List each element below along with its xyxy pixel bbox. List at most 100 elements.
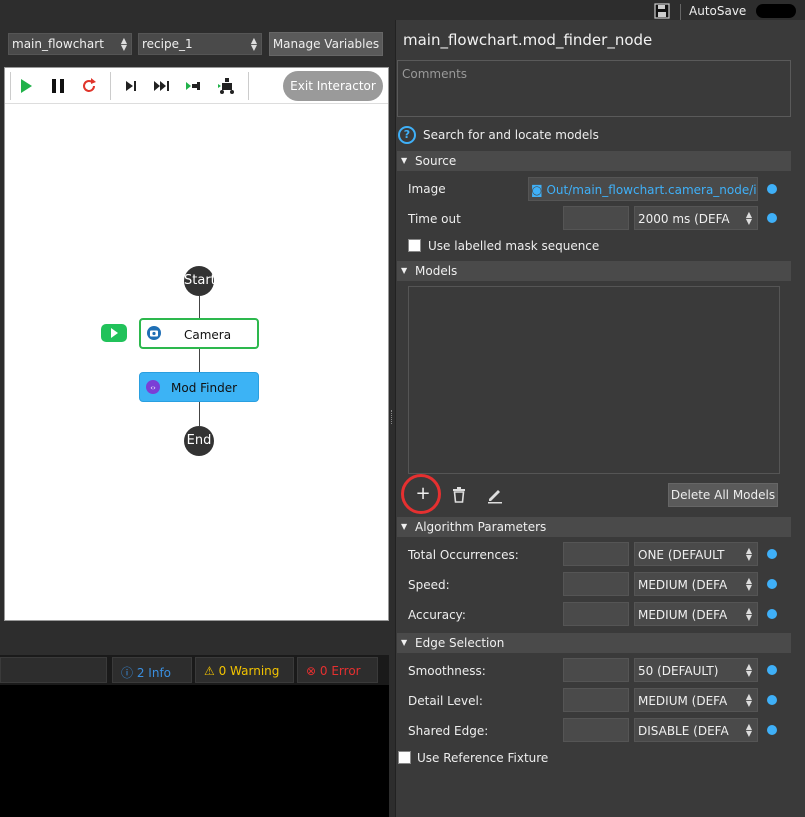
highlight-circle xyxy=(401,474,441,514)
select-arrows-icon: ▲ ▼ xyxy=(120,36,127,52)
camera-node[interactable]: Camera xyxy=(139,318,259,349)
flowchart-select[interactable]: main_flowchart ▲ ▼ xyxy=(8,33,132,55)
error-filter-button[interactable]: ⊗ 0 Error xyxy=(297,657,378,683)
manage-variables-button[interactable]: Manage Variables xyxy=(269,32,383,56)
info-count: 2 Info xyxy=(136,666,172,680)
delete-all-models-button[interactable]: Delete All Models xyxy=(668,483,778,507)
link-indicator-dot[interactable] xyxy=(767,695,777,705)
log-output-area[interactable] xyxy=(0,685,389,817)
run-to-node-icon[interactable] xyxy=(185,77,203,95)
models-header-label: Models xyxy=(415,264,458,278)
restart-icon[interactable] xyxy=(80,77,98,95)
edit-icon[interactable] xyxy=(486,486,504,504)
panel-title: main_flowchart.mod_finder_node xyxy=(403,31,653,49)
smoothness-input[interactable] xyxy=(563,658,629,682)
link-indicator-dot[interactable] xyxy=(767,213,777,223)
log-filter-tab[interactable] xyxy=(0,657,107,683)
mod-finder-node-label: Mod Finder xyxy=(171,381,238,395)
total-occurrences-input[interactable] xyxy=(563,542,629,566)
accuracy-input[interactable] xyxy=(563,602,629,626)
image-source-value: Out/main_flowchart.camera_node/im xyxy=(546,183,758,197)
collapse-icon: ▼ xyxy=(401,266,408,275)
total-occurrences-value: ONE (DEFAULT xyxy=(638,548,725,562)
algorithm-section-header[interactable]: ▼ Algorithm Parameters xyxy=(397,517,791,537)
save-icon[interactable] xyxy=(654,3,670,19)
info-filter-button[interactable]: ⓘ 2 Info xyxy=(112,657,192,683)
source-header-label: Source xyxy=(415,154,457,168)
end-node[interactable]: End xyxy=(184,426,214,456)
model-finder-icon: ‹› xyxy=(146,380,160,394)
speed-select[interactable]: MEDIUM (DEFA ▲ ▼ xyxy=(634,572,758,596)
total-occurrences-select[interactable]: ONE (DEFAULT ▲ ▼ xyxy=(634,542,758,566)
link-indicator-dot[interactable] xyxy=(767,609,777,619)
fast-forward-icon[interactable] xyxy=(153,77,171,95)
timeout-value: 2000 ms (DEFA xyxy=(638,212,730,226)
detail-level-select[interactable]: MEDIUM (DEFA ▲ ▼ xyxy=(634,688,758,712)
shared-edge-input[interactable] xyxy=(563,718,629,742)
link-indicator-dot[interactable] xyxy=(767,579,777,589)
select-arrows-icon: ▲ ▼ xyxy=(250,36,257,52)
autosave-label: AutoSave xyxy=(689,4,747,18)
speed-input[interactable] xyxy=(563,572,629,596)
detail-level-input[interactable] xyxy=(563,688,629,712)
camera-icon: ◙ xyxy=(531,183,543,197)
help-icon[interactable]: ? xyxy=(398,126,416,144)
collapse-icon: ▼ xyxy=(401,156,408,165)
step-icon[interactable] xyxy=(122,77,140,95)
autosave-toggle[interactable] xyxy=(756,4,796,18)
mod-finder-node[interactable]: ‹› Mod Finder xyxy=(139,372,259,402)
source-section-header[interactable]: ▼ Source xyxy=(397,151,791,171)
recipe-select[interactable]: recipe_1 ▲ ▼ xyxy=(138,33,262,55)
pause-icon[interactable] xyxy=(49,77,67,95)
select-arrows-icon: ▲ ▼ xyxy=(745,606,752,622)
accuracy-value: MEDIUM (DEFA xyxy=(638,608,728,622)
collapse-icon: ▼ xyxy=(401,638,408,647)
splitter-handle[interactable] xyxy=(391,410,393,424)
image-source-field[interactable]: ◙ Out/main_flowchart.camera_node/im xyxy=(528,177,758,201)
total-occurrences-label: Total Occurrences: xyxy=(408,548,519,562)
log-bar: ⓘ 2 Info ⚠ 0 Warning ⊗ 0 Error xyxy=(0,655,389,685)
timeout-input[interactable] xyxy=(563,206,629,230)
link-indicator-dot[interactable] xyxy=(767,665,777,675)
labelled-mask-checkbox[interactable] xyxy=(408,239,421,252)
select-arrows-icon: ▲ ▼ xyxy=(745,546,752,562)
reference-fixture-label: Use Reference Fixture xyxy=(417,751,549,765)
svg-text:‹›: ‹› xyxy=(150,384,156,392)
link-indicator-dot[interactable] xyxy=(767,549,777,559)
toolbar-divider xyxy=(680,4,681,20)
detail-level-label: Detail Level: xyxy=(408,694,483,708)
speed-value: MEDIUM (DEFA xyxy=(638,578,728,592)
error-icon: ⊗ xyxy=(306,664,317,678)
accuracy-select[interactable]: MEDIUM (DEFA ▲ ▼ xyxy=(634,602,758,626)
comments-input[interactable]: Comments xyxy=(397,60,791,117)
smoothness-select[interactable]: 50 (DEFAULT) ▲ ▼ xyxy=(634,658,758,682)
select-arrows-icon: ▲ ▼ xyxy=(745,576,752,592)
shared-edge-select[interactable]: DISABLE (DEFA ▲ ▼ xyxy=(634,718,758,742)
accuracy-label: Accuracy: xyxy=(408,608,466,622)
trash-icon[interactable] xyxy=(452,487,466,503)
camera-icon xyxy=(147,326,161,340)
active-node-indicator xyxy=(101,324,127,342)
exit-interactor-button[interactable]: Exit Interactor xyxy=(283,71,383,101)
timeout-label: Time out xyxy=(408,212,461,226)
warning-count: 0 Warning xyxy=(218,664,280,678)
speed-label: Speed: xyxy=(408,578,450,592)
select-arrows-icon: ▲ ▼ xyxy=(745,662,752,678)
models-list[interactable] xyxy=(408,286,780,474)
models-section-header[interactable]: ▼ Models xyxy=(397,261,791,281)
reference-fixture-checkbox[interactable] xyxy=(398,751,411,764)
link-indicator-dot[interactable] xyxy=(767,725,777,735)
connector-line xyxy=(199,349,200,372)
timeout-select[interactable]: 2000 ms (DEFA ▲ ▼ xyxy=(634,206,758,230)
connector-line xyxy=(199,402,200,426)
link-indicator-dot[interactable] xyxy=(767,184,777,194)
play-icon[interactable] xyxy=(17,77,35,95)
smoothness-label: Smoothness: xyxy=(408,664,486,678)
warning-filter-button[interactable]: ⚠ 0 Warning xyxy=(195,657,294,683)
toolbar-divider xyxy=(248,72,249,100)
robot-icon[interactable] xyxy=(218,77,236,95)
play-icon xyxy=(111,328,118,338)
select-arrows-icon: ▲ ▼ xyxy=(745,210,752,226)
start-node[interactable]: Start xyxy=(184,266,216,296)
edge-section-header[interactable]: ▼ Edge Selection xyxy=(397,633,791,653)
